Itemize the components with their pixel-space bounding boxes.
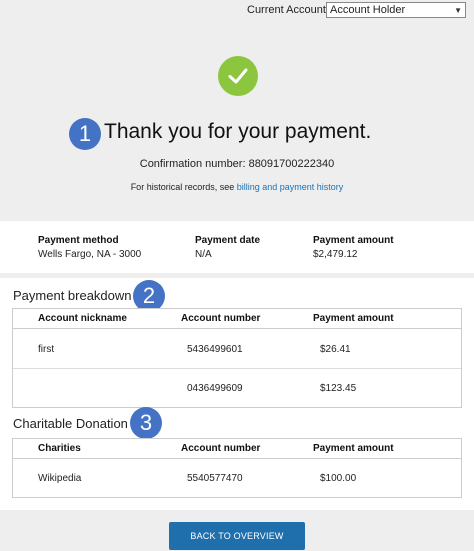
payment-breakdown-title: Payment breakdown (13, 288, 132, 303)
table-cell-amount: $26.41 (320, 344, 351, 355)
historical-prefix: For historical records, see (130, 182, 237, 192)
column-header: Account number (181, 443, 261, 454)
column-header: Account nickname (38, 313, 127, 324)
table-cell-account-number: 0436499609 (187, 383, 243, 394)
payment-summary: Payment method Wells Fargo, NA - 3000 Pa… (0, 221, 474, 273)
row-divider (13, 368, 461, 369)
step-badge-1: 1 (69, 118, 101, 150)
table-cell-account-number: 5540577470 (187, 473, 243, 484)
payment-breakdown-table: Account nickname Account number Payment … (12, 308, 462, 408)
charitable-donation-title: Charitable Donation (13, 416, 128, 431)
table-cell-amount: $100.00 (320, 473, 357, 484)
payment-amount-value: $2,479.12 (313, 249, 358, 260)
table-cell-nickname: first (38, 344, 55, 355)
table-header-row: Account nickname Account number Payment … (13, 309, 461, 329)
payment-date-value: N/A (195, 249, 212, 260)
payment-date-label: Payment date (195, 235, 261, 246)
table-cell-account-number: 5436499601 (187, 344, 243, 355)
payment-method-label: Payment method (38, 235, 119, 246)
column-header: Charities (38, 443, 81, 454)
confirmation-panel: Current Account: Account Holder ▼ 1 Than… (0, 0, 474, 220)
payment-amount-label: Payment amount (313, 235, 394, 246)
historical-records-text: For historical records, see billing and … (0, 182, 474, 192)
step-badge-3: 3 (130, 407, 162, 439)
chevron-down-icon: ▼ (454, 5, 462, 15)
table-cell-charity: Wikipedia (38, 473, 82, 484)
column-header: Account number (181, 313, 261, 324)
current-account-value: Account Holder (330, 4, 406, 16)
table-cell-amount: $123.45 (320, 383, 357, 394)
footer: BACK TO OVERVIEW (0, 512, 474, 551)
current-account-label: Current Account: (247, 4, 329, 16)
billing-history-link[interactable]: billing and payment history (237, 182, 344, 192)
payment-method-value: Wells Fargo, NA - 3000 (38, 249, 142, 260)
confirmation-number: Confirmation number: 88091700222340 (139, 158, 335, 170)
column-header: Payment amount (313, 313, 394, 324)
breakdown-panel: Payment breakdown 2 Account nickname Acc… (0, 278, 474, 510)
column-header: Payment amount (313, 443, 394, 454)
page-title: Thank you for your payment. (104, 120, 372, 143)
back-to-overview-button[interactable]: BACK TO OVERVIEW (169, 522, 305, 550)
success-check-icon (218, 56, 258, 96)
charitable-donation-table: Charities Account number Payment amount … (12, 438, 462, 498)
table-header-row: Charities Account number Payment amount (13, 439, 461, 459)
current-account-select[interactable]: Account Holder ▼ (326, 2, 466, 18)
